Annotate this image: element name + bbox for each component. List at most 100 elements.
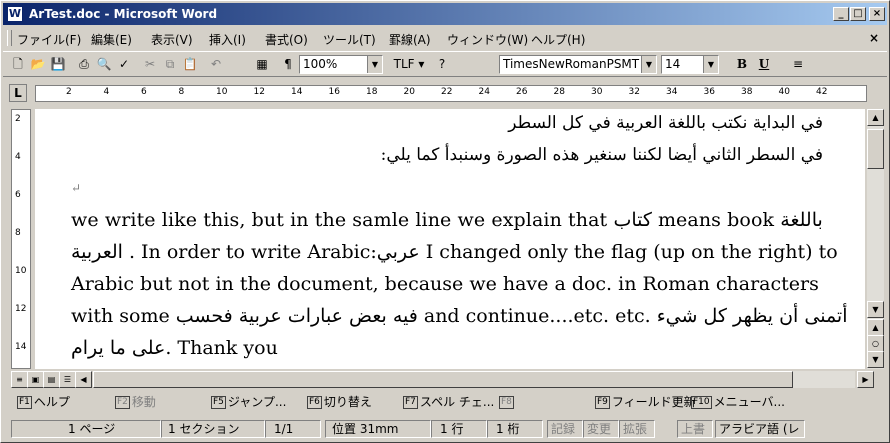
- tab-selector[interactable]: L: [9, 84, 27, 102]
- ruler-tick-label: 10: [216, 87, 228, 97]
- scroll-down-icon[interactable]: ▼: [867, 301, 884, 318]
- status-position: 位置 31mm: [325, 420, 431, 438]
- ruler-tick-label: 12: [253, 87, 265, 97]
- paste-icon[interactable]: 📋: [181, 56, 199, 73]
- web-layout-icon[interactable]: ▣: [27, 371, 44, 388]
- ruler-tick-label: 4: [103, 87, 110, 97]
- fkey-f9[interactable]: F9 フィールド更新: [595, 394, 696, 411]
- menu-tools[interactable]: ツール(T): [323, 31, 376, 48]
- menu-insert[interactable]: 挿入(I): [209, 31, 246, 48]
- print-icon[interactable]: ⎙: [75, 56, 93, 73]
- undo-icon[interactable]: ↶: [207, 56, 225, 73]
- fkey-f5[interactable]: F5 ジャンプ...: [211, 394, 286, 411]
- menu-table[interactable]: 罫線(A): [389, 31, 431, 48]
- status-track-changes[interactable]: 変更: [583, 420, 619, 438]
- show-formatting-icon[interactable]: ¶: [279, 56, 297, 73]
- previous-page-icon[interactable]: ▲: [867, 319, 884, 336]
- next-page-icon[interactable]: ▼: [867, 351, 884, 368]
- vertical-scrollbar[interactable]: ▲ ▼ ▲ ○ ▼: [867, 109, 884, 369]
- cut-icon[interactable]: ✂: [141, 56, 159, 73]
- ruler-tick-label: 36: [703, 87, 715, 97]
- menu-view[interactable]: 表示(V): [151, 31, 193, 48]
- status-record[interactable]: 記録: [547, 420, 583, 438]
- ruler-tick-label: 2: [15, 114, 21, 124]
- underline-button[interactable]: U: [755, 56, 773, 73]
- ruler-tick-label: 42: [816, 87, 828, 97]
- menu-file[interactable]: ファイル(F): [17, 31, 81, 48]
- bold-button[interactable]: B: [733, 56, 751, 73]
- help-icon[interactable]: ?: [433, 56, 451, 73]
- ruler-tick-label: 16: [328, 87, 340, 97]
- title-bar[interactable]: W ArTest.doc - Microsoft Word _ □ ×: [3, 3, 887, 25]
- fkey-f6[interactable]: F6 切り替え: [307, 394, 372, 411]
- status-page-count: 1/1: [265, 420, 321, 438]
- spelling-check-icon[interactable]: ✓: [115, 56, 133, 73]
- save-icon[interactable]: 💾: [49, 56, 67, 73]
- text-direction-button[interactable]: TLF ▾: [389, 56, 429, 73]
- vertical-ruler[interactable]: 2 4 6 8 10 12 14: [11, 109, 31, 369]
- new-document-icon[interactable]: 🗋: [9, 56, 27, 73]
- maximize-button[interactable]: □: [850, 7, 866, 21]
- document-area[interactable]: في البداية نكتب باللغة العربية في كل الس…: [35, 109, 865, 369]
- copy-icon[interactable]: ⧉: [161, 56, 179, 73]
- close-button[interactable]: ×: [869, 7, 885, 21]
- menu-window[interactable]: ウィンドウ(W): [447, 31, 528, 48]
- doc-line: with some فيه بعض عبارات عربية فحسب and …: [71, 305, 848, 327]
- scroll-right-icon[interactable]: ▶: [857, 371, 874, 388]
- menu-edit[interactable]: 編集(E): [91, 31, 132, 48]
- ruler-row: L 2 4 6 8 10 12 14 16 18 20 22 24 26 28 30 32 34 36 38 40 42: [3, 80, 887, 106]
- print-layout-icon[interactable]: ▤: [43, 371, 60, 388]
- document-close-icon[interactable]: ×: [867, 31, 881, 45]
- fkey-f7[interactable]: F7 スペル チェ...: [403, 394, 494, 411]
- status-bar: 1 ページ 1 セクション 1/1 位置 31mm 1 行 1 桁 記録 変更 …: [3, 419, 887, 439]
- ruler-tick-label: 28: [553, 87, 565, 97]
- doc-line: we write like this, but in the samle lin…: [71, 209, 823, 231]
- horizontal-scroll-thumb[interactable]: [93, 371, 793, 388]
- font-size-combo[interactable]: 14 ▼: [661, 55, 719, 74]
- open-folder-icon[interactable]: 📂: [29, 56, 47, 73]
- menu-grip[interactable]: [7, 30, 12, 46]
- ruler-tick-label: 10: [15, 266, 27, 276]
- ruler-tick-label: 6: [15, 190, 21, 200]
- window-title: ArTest.doc - Microsoft Word: [29, 7, 218, 21]
- normal-view-icon[interactable]: ≡: [11, 371, 28, 388]
- text-direction-label: TLF: [393, 57, 415, 71]
- browse-object-icon[interactable]: ○: [867, 335, 884, 352]
- status-extend[interactable]: 拡張: [619, 420, 655, 438]
- zoom-combo[interactable]: 100% ▼: [299, 55, 383, 74]
- font-name-value: TimesNewRomanPSMT: [503, 57, 640, 71]
- menu-format[interactable]: 書式(O): [265, 31, 308, 48]
- ruler-tick-label: 26: [516, 87, 528, 97]
- ruler-tick-label: 40: [778, 87, 790, 97]
- font-name-combo[interactable]: TimesNewRomanPSMT ▼: [499, 55, 657, 74]
- scroll-thumb[interactable]: [867, 129, 884, 169]
- ruler-tick-label: 14: [15, 342, 27, 352]
- minimize-button[interactable]: _: [833, 7, 849, 21]
- menu-help[interactable]: ヘルプ(H): [531, 31, 585, 48]
- align-icon[interactable]: ≡: [789, 56, 807, 73]
- fkey-f2[interactable]: F2 移動: [115, 394, 156, 411]
- status-section: 1 セクション: [161, 420, 265, 438]
- outline-view-icon[interactable]: ☰: [59, 371, 76, 388]
- fkey-f8[interactable]: F8: [499, 394, 516, 411]
- font-size-value: 14: [665, 57, 681, 71]
- scroll-up-icon[interactable]: ▲: [867, 109, 884, 126]
- status-overtype[interactable]: 上書: [677, 420, 713, 438]
- chevron-down-icon[interactable]: ▼: [703, 56, 718, 73]
- chevron-down-icon[interactable]: ▼: [367, 56, 382, 73]
- ruler-tick-label: 6: [141, 87, 147, 97]
- function-key-bar: F1 ヘルプ F2 移動 F5 ジャンプ... F6 切り替え F7 スペル チェ... …: [11, 392, 884, 414]
- ruler-tick-label: 8: [178, 87, 185, 97]
- ruler-tick-label: 24: [478, 87, 490, 97]
- print-preview-icon[interactable]: 🔍: [95, 56, 113, 73]
- status-language: アラビア語 (レ: [715, 420, 805, 438]
- fkey-f1[interactable]: F1 ヘルプ: [17, 394, 70, 411]
- word-app-icon[interactable]: W: [7, 6, 23, 22]
- scroll-left-icon[interactable]: ◀: [75, 371, 92, 388]
- table-icon[interactable]: ▦: [253, 56, 271, 73]
- fkey-f10[interactable]: F10 メニューバ...: [691, 394, 785, 411]
- chevron-down-icon[interactable]: ▼: [641, 56, 656, 73]
- ruler-tick-label: 22: [441, 87, 453, 97]
- standard-toolbar: 🗋 📂 💾 ⎙ 🔍 ✓ ✂ ⧉ 📋 ↶ ▦ ¶ 100% ▼ TLF ▾ ? T…: [3, 51, 887, 77]
- horizontal-ruler[interactable]: 2 4 6 8 10 12 14 16 18 20 22 24 26 28 30 32 34 36 38 40 42: [35, 85, 867, 102]
